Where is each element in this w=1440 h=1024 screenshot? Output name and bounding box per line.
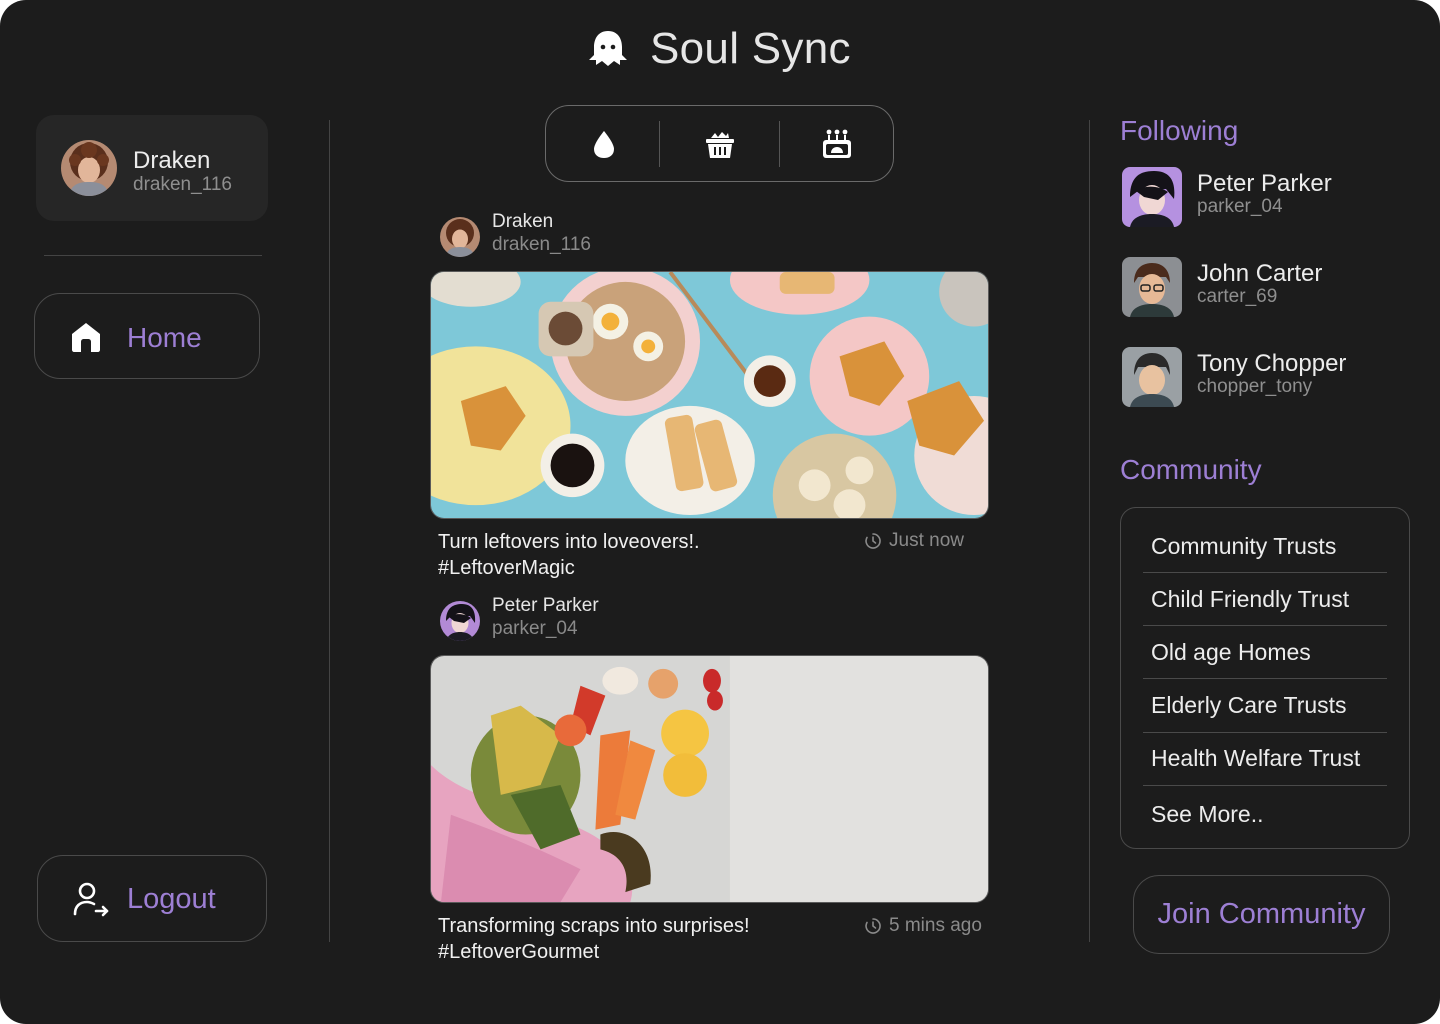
follower-avatar <box>1122 167 1182 227</box>
caption-hashtag: #LeftoverGourmet <box>438 941 600 963</box>
community-item[interactable]: Elderly Care Trusts <box>1151 692 1347 719</box>
follower-handle: parker_04 <box>1197 196 1283 217</box>
follower-name: Tony Chopper <box>1197 350 1347 377</box>
author-avatar <box>440 217 480 257</box>
home-label: Home <box>127 322 202 353</box>
timestamp-text: 5 mins ago <box>889 915 982 936</box>
caption-hashtag: #LeftoverMagic <box>438 557 575 579</box>
home-button[interactable]: Home <box>34 293 260 379</box>
tab-separator <box>659 121 660 167</box>
logout-button[interactable]: Logout <box>37 855 267 942</box>
list-divider <box>1143 572 1387 573</box>
logout-label: Logout <box>127 883 216 915</box>
tab-basket[interactable] <box>699 123 741 165</box>
following-title: Following <box>1120 115 1239 146</box>
clock-icon <box>865 533 881 549</box>
follower-avatar <box>1122 257 1182 317</box>
timestamp-text: Just now <box>889 530 964 551</box>
list-divider <box>1143 732 1387 733</box>
see-more-link[interactable]: See More.. <box>1151 801 1264 828</box>
food-basket-icon <box>706 132 734 158</box>
author-name: Draken <box>492 211 554 232</box>
follower-handle: carter_69 <box>1197 286 1278 307</box>
author-handle: parker_04 <box>492 618 578 639</box>
profile-card[interactable]: Draken draken_116 <box>36 115 268 221</box>
follower-name: Peter Parker <box>1197 170 1332 197</box>
home-icon <box>72 323 100 352</box>
post-author[interactable]: Draken draken_116 <box>440 211 591 257</box>
list-divider <box>1143 625 1387 626</box>
ghost-logo-icon <box>589 31 627 66</box>
join-community-button[interactable]: Join Community <box>1133 875 1390 954</box>
left-column-divider <box>329 120 330 942</box>
tab-donation[interactable] <box>816 123 858 165</box>
post-caption: Turn leftovers into loveovers!. #Leftove… <box>438 529 858 581</box>
community-item[interactable]: Old age Homes <box>1151 639 1311 666</box>
author-name: Peter Parker <box>492 595 599 616</box>
water-drop-icon <box>594 131 614 158</box>
following-item[interactable]: Tony Chopper chopper_tony <box>1122 347 1402 409</box>
post-image[interactable] <box>430 271 989 519</box>
brand-header: Soul Sync <box>586 24 851 74</box>
clock-icon <box>865 918 881 934</box>
author-handle: draken_116 <box>492 234 591 255</box>
list-divider <box>1143 678 1387 679</box>
post-timestamp: 5 mins ago <box>864 915 982 937</box>
following-item[interactable]: John Carter carter_69 <box>1122 257 1402 319</box>
user-name: Draken <box>133 147 211 174</box>
post-caption: Transforming scraps into surprises! #Lef… <box>438 913 858 965</box>
food-donation-icon <box>823 129 851 158</box>
following-item[interactable]: Peter Parker parker_04 <box>1122 167 1402 229</box>
logout-user-icon <box>73 882 109 917</box>
follower-name: John Carter <box>1197 260 1323 287</box>
community-item[interactable]: Community Trusts <box>1151 533 1336 560</box>
tab-water[interactable] <box>583 123 625 165</box>
user-handle: draken_116 <box>133 174 232 195</box>
post-image[interactable] <box>430 655 989 903</box>
list-divider <box>1143 785 1387 786</box>
community-title: Community <box>1120 454 1262 485</box>
divider <box>44 255 262 256</box>
right-column-divider <box>1089 120 1090 942</box>
community-list: Community Trusts Child Friendly Trust Ol… <box>1120 507 1410 849</box>
follower-avatar <box>1122 347 1182 407</box>
caption-text: Transforming scraps into surprises! <box>438 915 750 937</box>
feed-tab-bar <box>545 105 894 182</box>
follower-handle: chopper_tony <box>1197 376 1313 397</box>
tab-separator <box>779 121 780 167</box>
post-author[interactable]: Peter Parker parker_04 <box>440 595 599 641</box>
community-item[interactable]: Health Welfare Trust <box>1151 745 1360 772</box>
community-item[interactable]: Child Friendly Trust <box>1151 586 1349 613</box>
user-avatar <box>61 140 117 196</box>
app-window: Soul Sync Draken draken_116 Home Logout … <box>0 0 1440 1024</box>
author-avatar <box>440 601 480 641</box>
post-timestamp: Just now <box>864 530 964 552</box>
app-title: Soul Sync <box>650 24 851 73</box>
caption-text: Turn leftovers into loveovers!. <box>438 531 700 553</box>
